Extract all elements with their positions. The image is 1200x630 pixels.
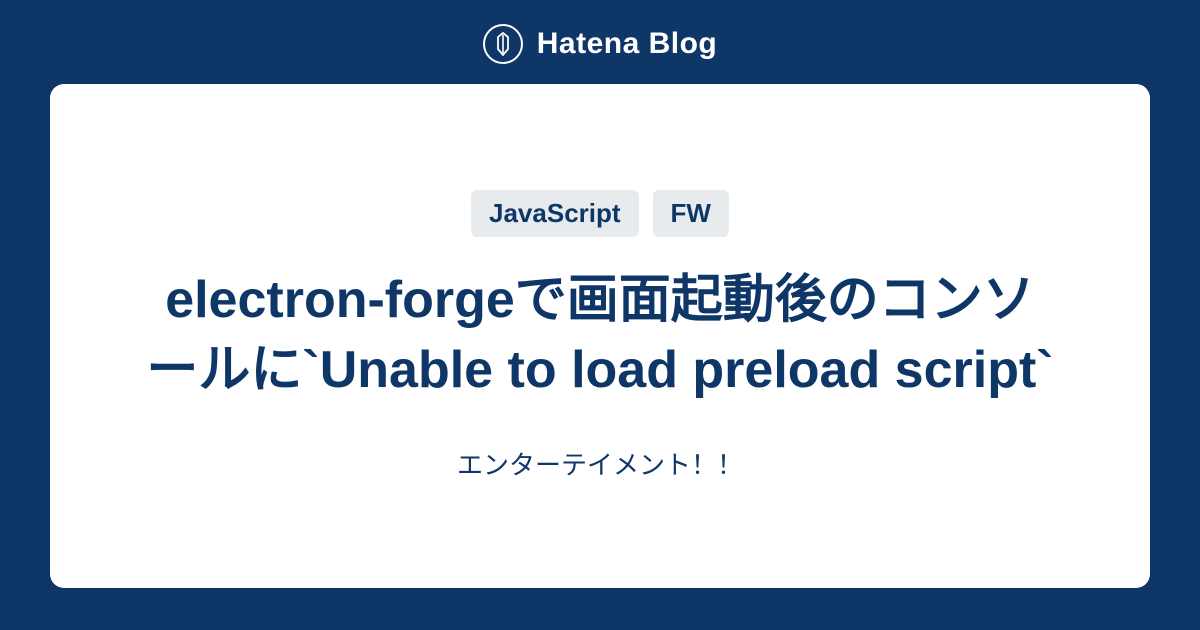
brand-name: Hatena Blog	[537, 27, 718, 61]
header: Hatena Blog	[483, 0, 718, 84]
hatena-logo-icon	[483, 24, 523, 64]
article-title: electron-forgeで画面起動後のコンソールに`Unable to lo…	[140, 265, 1060, 405]
tag: FW	[653, 190, 729, 237]
blog-name: エンターテイメント！！	[457, 445, 743, 482]
tag-list: JavaScript FW	[471, 190, 729, 237]
tag: JavaScript	[471, 190, 639, 237]
article-card: JavaScript FW electron-forgeで画面起動後のコンソール…	[50, 84, 1150, 588]
